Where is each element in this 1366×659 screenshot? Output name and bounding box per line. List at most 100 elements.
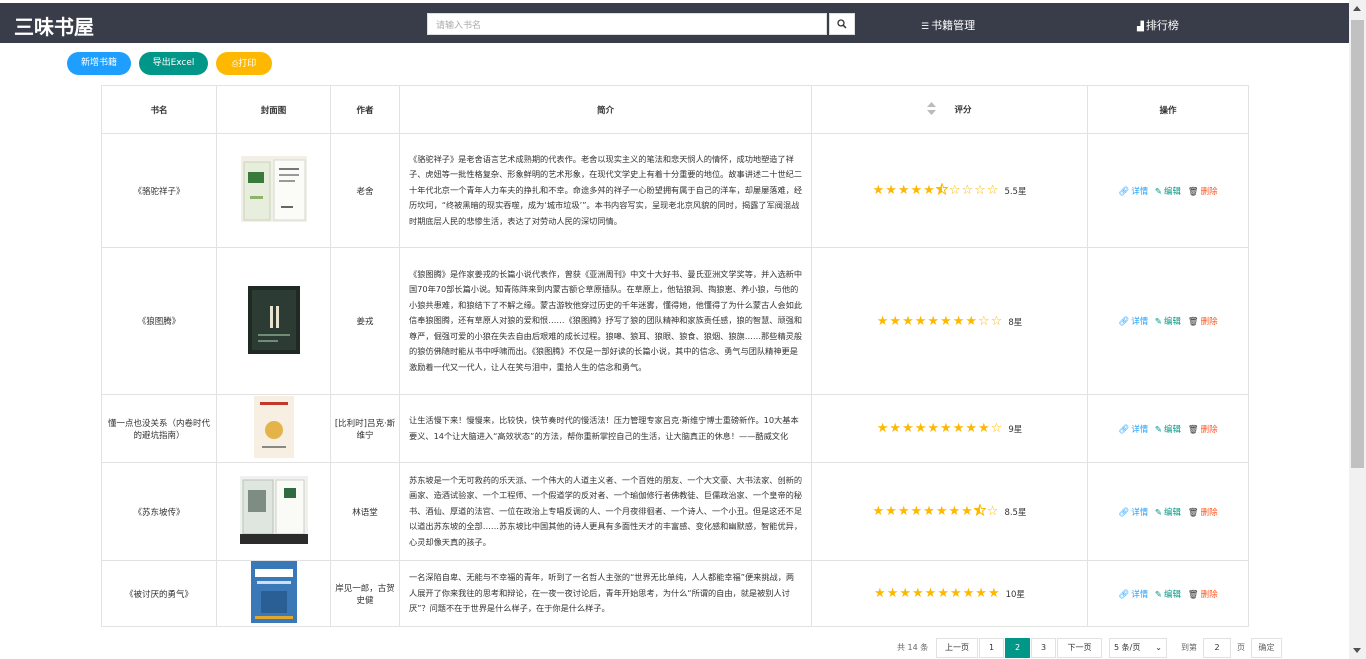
- nav-label: 排行榜: [1145, 19, 1179, 32]
- delete-button[interactable]: 🗑︎ 删除: [1187, 317, 1219, 327]
- rating-stars: ★ ★ ★ ★ ★ ★ ★ ★ ★ ★: [874, 587, 1000, 600]
- column-header-rating[interactable]: 评分: [811, 85, 1088, 134]
- scroll-up-arrow[interactable]: [1353, 6, 1361, 11]
- row-actions: 🔗︎ 详情 ✎ 编辑 🗑︎ 删除: [1087, 133, 1249, 248]
- star-full-icon: ★: [948, 504, 961, 519]
- delete-label: 删除: [1200, 186, 1218, 197]
- trash-icon: 🗑︎: [1187, 589, 1199, 600]
- edit-icon: ✎: [1154, 424, 1163, 435]
- search-button[interactable]: [829, 13, 855, 35]
- per-page-value: 5 条/页: [1114, 643, 1141, 652]
- star-full-icon: ★: [975, 586, 987, 601]
- star-empty-icon: ☆: [974, 183, 986, 198]
- star-full-icon: ★: [952, 421, 965, 436]
- row-actions: 🔗︎ 详情 ✎ 编辑 🗑︎ 删除: [1087, 560, 1249, 627]
- edit-icon: ✎: [1154, 317, 1163, 327]
- export-excel-button[interactable]: 导出Excel: [139, 52, 208, 75]
- rating-score: 9星: [1008, 425, 1023, 435]
- book-intro: 让生活慢下来！慢慢来，比较快，快节奏时代的慢活法！压力管理专家吕克·斯维宁博士重…: [399, 394, 812, 463]
- star-full-icon: ★: [935, 504, 948, 519]
- edit-button[interactable]: ✎ 编辑: [1154, 590, 1182, 600]
- star-full-icon: ★: [876, 313, 889, 329]
- table-row: 《骆驼祥子》 老舍 《骆驼祥子》是老舍语言艺术成熟期的代表作。老舍以现实主义的笔…: [101, 133, 1249, 248]
- nav-ranking[interactable]: ▟ 排行榜: [1137, 17, 1179, 33]
- star-full-icon: ★: [872, 183, 885, 198]
- page-button-2[interactable]: 2: [1005, 638, 1030, 658]
- book-rating: ★ ★ ★ ★ ★ ☆ ☆ ☆ ☆ 5.5星: [811, 133, 1088, 248]
- cover-image: [247, 285, 300, 354]
- edit-button[interactable]: ✎ 编辑: [1154, 317, 1182, 327]
- star-full-icon: ★: [978, 421, 990, 436]
- star-full-icon: ★: [885, 504, 897, 519]
- site-logo[interactable]: 三味书屋: [14, 11, 94, 40]
- detail-label: 详情: [1131, 589, 1149, 600]
- star-empty-icon: ☆: [961, 183, 974, 198]
- edit-button[interactable]: ✎ 编辑: [1154, 508, 1182, 518]
- pager-total: 共 14 条: [897, 643, 929, 652]
- detail-button[interactable]: 🔗︎ 详情: [1117, 508, 1149, 518]
- rating-score: 10星: [1005, 590, 1025, 600]
- add-book-button[interactable]: 新增书籍: [67, 52, 131, 75]
- per-page-select[interactable]: 5 条/页 ⌄: [1109, 638, 1167, 658]
- delete-label: 删除: [1200, 589, 1218, 600]
- detail-button[interactable]: 🔗︎ 详情: [1117, 590, 1149, 600]
- bar-chart-icon: ▟: [1137, 22, 1144, 32]
- rating-stars: ★ ★ ★ ★ ★ ☆ ☆ ☆ ☆: [872, 182, 998, 198]
- book-title: 《骆驼祥子》: [101, 133, 217, 248]
- link-icon: 🔗︎: [1118, 424, 1130, 435]
- trash-icon: 🗑︎: [1187, 507, 1199, 518]
- column-header-author: 作者: [330, 85, 400, 134]
- page-button-3[interactable]: 3: [1031, 638, 1056, 658]
- star-full-icon: ★: [910, 183, 923, 198]
- delete-button[interactable]: 🗑︎ 删除: [1187, 508, 1219, 518]
- star-full-icon: ★: [912, 586, 924, 601]
- star-half-icon: [934, 182, 949, 198]
- next-page-button[interactable]: 下一页: [1057, 638, 1102, 658]
- goto-label: 到第: [1181, 643, 1197, 652]
- sort-icon[interactable]: [927, 101, 937, 118]
- star-full-icon: ★: [876, 421, 889, 436]
- table-row: 《苏东坡传》 林语堂 苏东坡是一个无可救药的乐天派、一个伟大的人道主义者、一个百…: [101, 462, 1249, 561]
- row-actions: 🔗︎ 详情 ✎ 编辑 🗑︎ 删除: [1087, 394, 1249, 463]
- table-row: 《被讨厌的勇气》 岸见一郎，古贺史健 一名深陷自卑、无能与不幸福的青年，听到了一…: [101, 560, 1249, 627]
- star-full-icon: ★: [940, 421, 952, 436]
- scroll-thumb[interactable]: [1351, 20, 1364, 468]
- star-half-icon: [972, 503, 987, 519]
- book-author: 姜戎: [330, 247, 400, 395]
- prev-page-button[interactable]: 上一页: [936, 638, 978, 658]
- goto-page-input[interactable]: 2: [1203, 638, 1231, 658]
- edit-button[interactable]: ✎ 编辑: [1154, 187, 1182, 197]
- page-button-1[interactable]: 1: [979, 638, 1004, 658]
- delete-button[interactable]: 🗑︎ 删除: [1187, 425, 1219, 435]
- link-icon: 🔗︎: [1118, 589, 1130, 600]
- delete-button[interactable]: 🗑︎ 删除: [1187, 590, 1219, 600]
- detail-label: 详情: [1131, 424, 1149, 435]
- star-full-icon: ★: [902, 313, 914, 329]
- goto-confirm-button[interactable]: 确定: [1251, 638, 1282, 658]
- detail-label: 详情: [1131, 186, 1149, 197]
- edit-button[interactable]: ✎ 编辑: [1154, 425, 1182, 435]
- star-full-icon: ★: [889, 421, 902, 436]
- rating-header-label: 评分: [954, 105, 972, 115]
- nav-label: 书籍管理: [931, 19, 976, 32]
- book-rating: ★ ★ ★ ★ ★ ★ ★ ★ ☆ 8.5星: [811, 462, 1088, 561]
- detail-button[interactable]: 🔗︎ 详情: [1117, 187, 1149, 197]
- page-unit-label: 页: [1237, 643, 1245, 652]
- star-full-icon: ★: [897, 183, 910, 198]
- nav-book-management[interactable]: ☰ 书籍管理: [921, 17, 975, 33]
- detail-button[interactable]: 🔗︎ 详情: [1117, 425, 1149, 435]
- print-button[interactable]: ⎙打印: [216, 52, 272, 75]
- search-input[interactable]: 请输入书名: [427, 13, 827, 35]
- star-full-icon: ★: [961, 504, 973, 519]
- column-header-title: 书名: [101, 85, 217, 134]
- column-header-cover: 封面图: [216, 85, 331, 134]
- page-scrollbar[interactable]: [1349, 0, 1366, 659]
- star-full-icon: ★: [897, 504, 910, 519]
- detail-label: 详情: [1131, 507, 1149, 518]
- delete-button[interactable]: 🗑︎ 删除: [1187, 187, 1219, 197]
- star-full-icon: ★: [965, 313, 977, 329]
- book-cover: [216, 247, 331, 395]
- scroll-down-arrow[interactable]: [1353, 648, 1361, 653]
- star-full-icon: ★: [923, 504, 935, 519]
- detail-button[interactable]: 🔗︎ 详情: [1117, 317, 1149, 327]
